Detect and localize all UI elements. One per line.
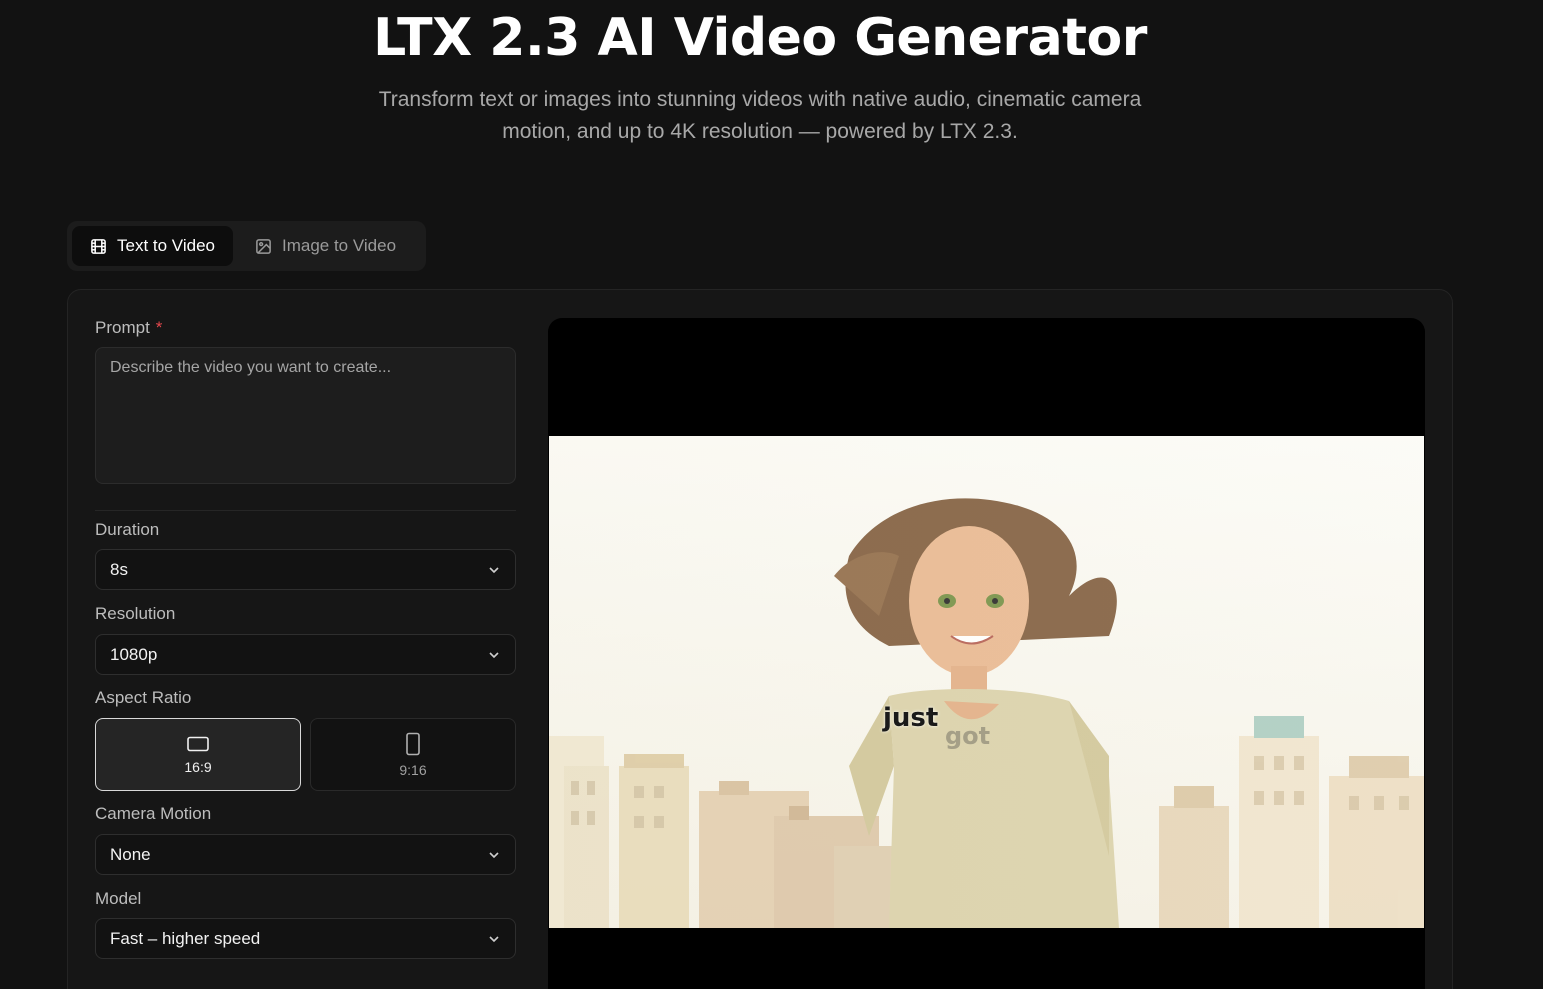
chevron-down-icon [489,651,499,658]
aspect-ratio-16-9[interactable]: 16:9 [95,718,301,791]
video-caption: just [883,703,939,733]
aspect-ratio-label-9-16: 9:16 [399,761,427,778]
chevron-down-icon [489,935,499,942]
portrait-icon [406,732,420,755]
landscape-icon [187,736,209,751]
video-preview[interactable] [548,318,1425,989]
preview-frame [549,436,1424,928]
required-marker: * [155,318,163,337]
film-icon [91,238,106,254]
mode-tabs: Text to Video Image to Video [67,221,426,271]
chevron-down-icon [489,566,499,573]
aspect-ratio-label: Aspect Ratio [95,688,192,707]
tab-image-to-video[interactable]: Image to Video [237,226,414,266]
model-select[interactable]: Fast – higher speed [95,918,516,959]
page: LTX 2.3 AI Video Generator Transform tex… [0,0,1543,989]
camera-motion-select[interactable]: None [95,834,516,875]
model-value: Fast – higher speed [110,928,261,948]
chevron-down-icon [489,851,499,858]
page-title: LTX 2.3 AI Video Generator [373,8,1147,68]
prompt-label: Prompt * [95,318,516,338]
duration-select[interactable]: 8s [95,549,516,590]
resolution-value: 1080p [110,644,158,664]
video-caption-faded: got [945,722,991,750]
tab-label: Text to Video [117,236,215,255]
aspect-ratio-label-16-9: 16:9 [184,758,212,775]
prompt-label-row: Prompt * [95,318,516,338]
page-subtitle: Transform text or images into stunning v… [378,88,1142,143]
duration-value: 8s [110,559,128,579]
tab-label: Image to Video [281,236,397,255]
camera-motion-label: Camera Motion [95,804,212,823]
resolution-label: Resolution [95,604,176,623]
prompt-input[interactable] [95,347,516,484]
image-icon [256,238,271,254]
prompt-label-text: Prompt [95,318,150,337]
form-divider [95,510,516,511]
model-label: Model [95,889,142,908]
camera-motion-value: None [110,844,151,864]
aspect-ratio-9-16[interactable]: 9:16 [310,718,516,791]
resolution-select[interactable]: 1080p [95,634,516,675]
tab-text-to-video[interactable]: Text to Video [72,226,233,266]
duration-label: Duration [95,520,160,539]
